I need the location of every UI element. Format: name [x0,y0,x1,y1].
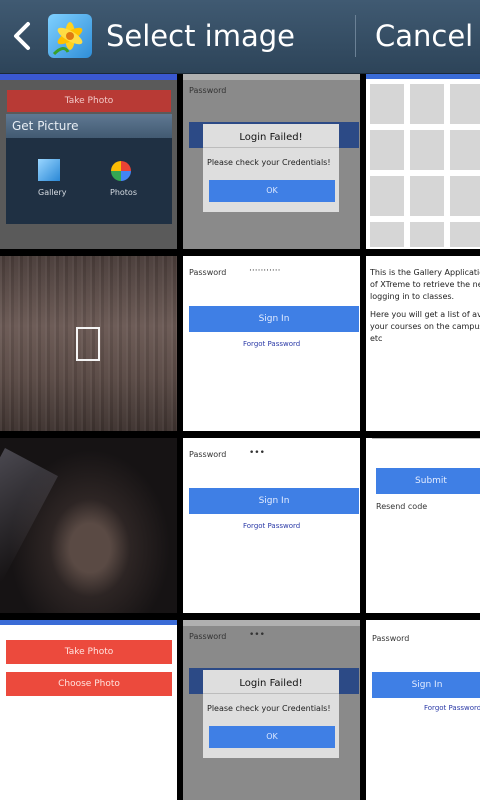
thumb-password-label: Password [189,632,227,641]
thumb-password-dots: ··········· [249,266,281,276]
thumbnail-sign-in-2[interactable]: Password ••• Sign In Forgot Password [183,438,360,613]
thumb-sign-in-button: Sign In [189,306,359,332]
thumbnail-face-photo[interactable] [0,438,177,613]
thumb-text-line: This is the Gallery Application [370,268,480,277]
thumb-text-line: etc [370,334,383,343]
thumb-grid-cell [410,84,444,124]
thumbnail-submit[interactable]: Submit Resend code [366,438,480,613]
thumb-focus-rectangle [76,327,100,361]
thumb-grid-cell [370,222,404,247]
thumb-status-bar [366,74,480,79]
thumb-choose-photo-button: Choose Photo [6,672,172,696]
thumb-status-bar [183,620,360,626]
thumb-dialog-message: Please check your Credentials! [207,158,331,167]
cancel-button[interactable]: Cancel [375,18,473,54]
thumb-gallery-label: Gallery [38,188,67,197]
thumb-grid-cell [370,130,404,170]
thumb-take-photo-button: Take Photo [7,90,171,112]
thumb-password-label: Password [189,450,227,459]
thumb-ok-button: OK [209,180,335,202]
thumbnail-info-text[interactable]: This is the Gallery Application of XTrem… [366,256,480,431]
thumb-sign-in-button: Sign In [189,488,359,514]
thumb-gallery-icon [38,159,60,181]
thumb-text-line: your courses on the campus [370,322,480,331]
thumb-sign-in-button: Sign In [372,672,480,698]
thumb-dialog-divider [203,147,339,148]
thumb-photos-label: Photos [110,188,137,197]
thumb-dialog-message: Please check your Credentials! [207,704,331,713]
thumb-password-label: Password [189,268,227,277]
thumb-light-glint [0,448,58,583]
thumb-grid-cell [410,176,444,216]
thumb-photos-icon [110,160,132,182]
thumb-forgot-link: Forgot Password [424,704,480,712]
thumbnail-take-choose[interactable]: Take Photo Choose Photo [0,620,177,800]
page-title: Select image [106,19,296,53]
thumb-grid-cell [450,176,480,216]
thumb-text-line: Here you will get a list of available [370,310,480,319]
thumb-grid-cell [370,176,404,216]
thumb-grid-cell [410,130,444,170]
thumb-submit-button: Submit [376,468,480,494]
thumb-status-bar [0,74,177,80]
thumb-grid-cell [410,222,444,247]
image-grid: Take Photo Get Picture Gallery Photos Pa… [0,74,480,800]
gallery-app-icon [48,14,92,58]
thumb-password-dots: ••• [249,448,265,458]
thumb-status-bar [183,74,360,80]
thumb-resend-text: Resend code [376,502,428,511]
thumbnail-sign-in[interactable]: Password ··········· Sign In Forgot Pass… [183,256,360,431]
thumb-text-line: of XTreme to retrieve the needed [370,280,480,289]
thumb-status-bar [0,620,177,625]
thumb-forgot-link: Forgot Password [243,522,301,530]
thumb-dialog-divider [203,693,339,694]
back-icon[interactable] [10,20,34,52]
thumb-password-label: Password [372,634,410,643]
thumb-forgot-link: Forgot Password [243,340,301,348]
action-bar: Select image Cancel [0,0,480,74]
thumb-text-line: logging in to classes. [370,292,455,301]
thumb-grid-cell [370,84,404,124]
thumb-grid-cell [450,84,480,124]
thumbnail-get-picture[interactable]: Take Photo Get Picture Gallery Photos [0,74,177,249]
thumb-password-dots: ••• [249,630,265,640]
thumbnail-wood-photo[interactable] [0,256,177,431]
thumb-ok-button: OK [209,726,335,748]
thumb-input-line [372,438,480,443]
thumb-dialog-title: Login Failed! [239,132,303,143]
thumb-password-label: Password [189,86,227,95]
thumbnail-login-failed[interactable]: Password Login Failed! Please check your… [183,74,360,249]
thumb-grid-cell [450,222,480,247]
thumb-take-photo-button: Take Photo [6,640,172,664]
thumb-grid-cell [450,130,480,170]
thumbnail-login-failed-2[interactable]: Password ••• Login Failed! Please check … [183,620,360,800]
thumbnail-sign-in-3[interactable]: Password Sign In Forgot Password [366,620,480,800]
thumb-dialog-title: Login Failed! [239,678,303,689]
thumb-dialog-title: Get Picture [6,114,172,138]
thumbnail-gallery-grid[interactable] [366,74,480,249]
header-divider [355,15,356,57]
